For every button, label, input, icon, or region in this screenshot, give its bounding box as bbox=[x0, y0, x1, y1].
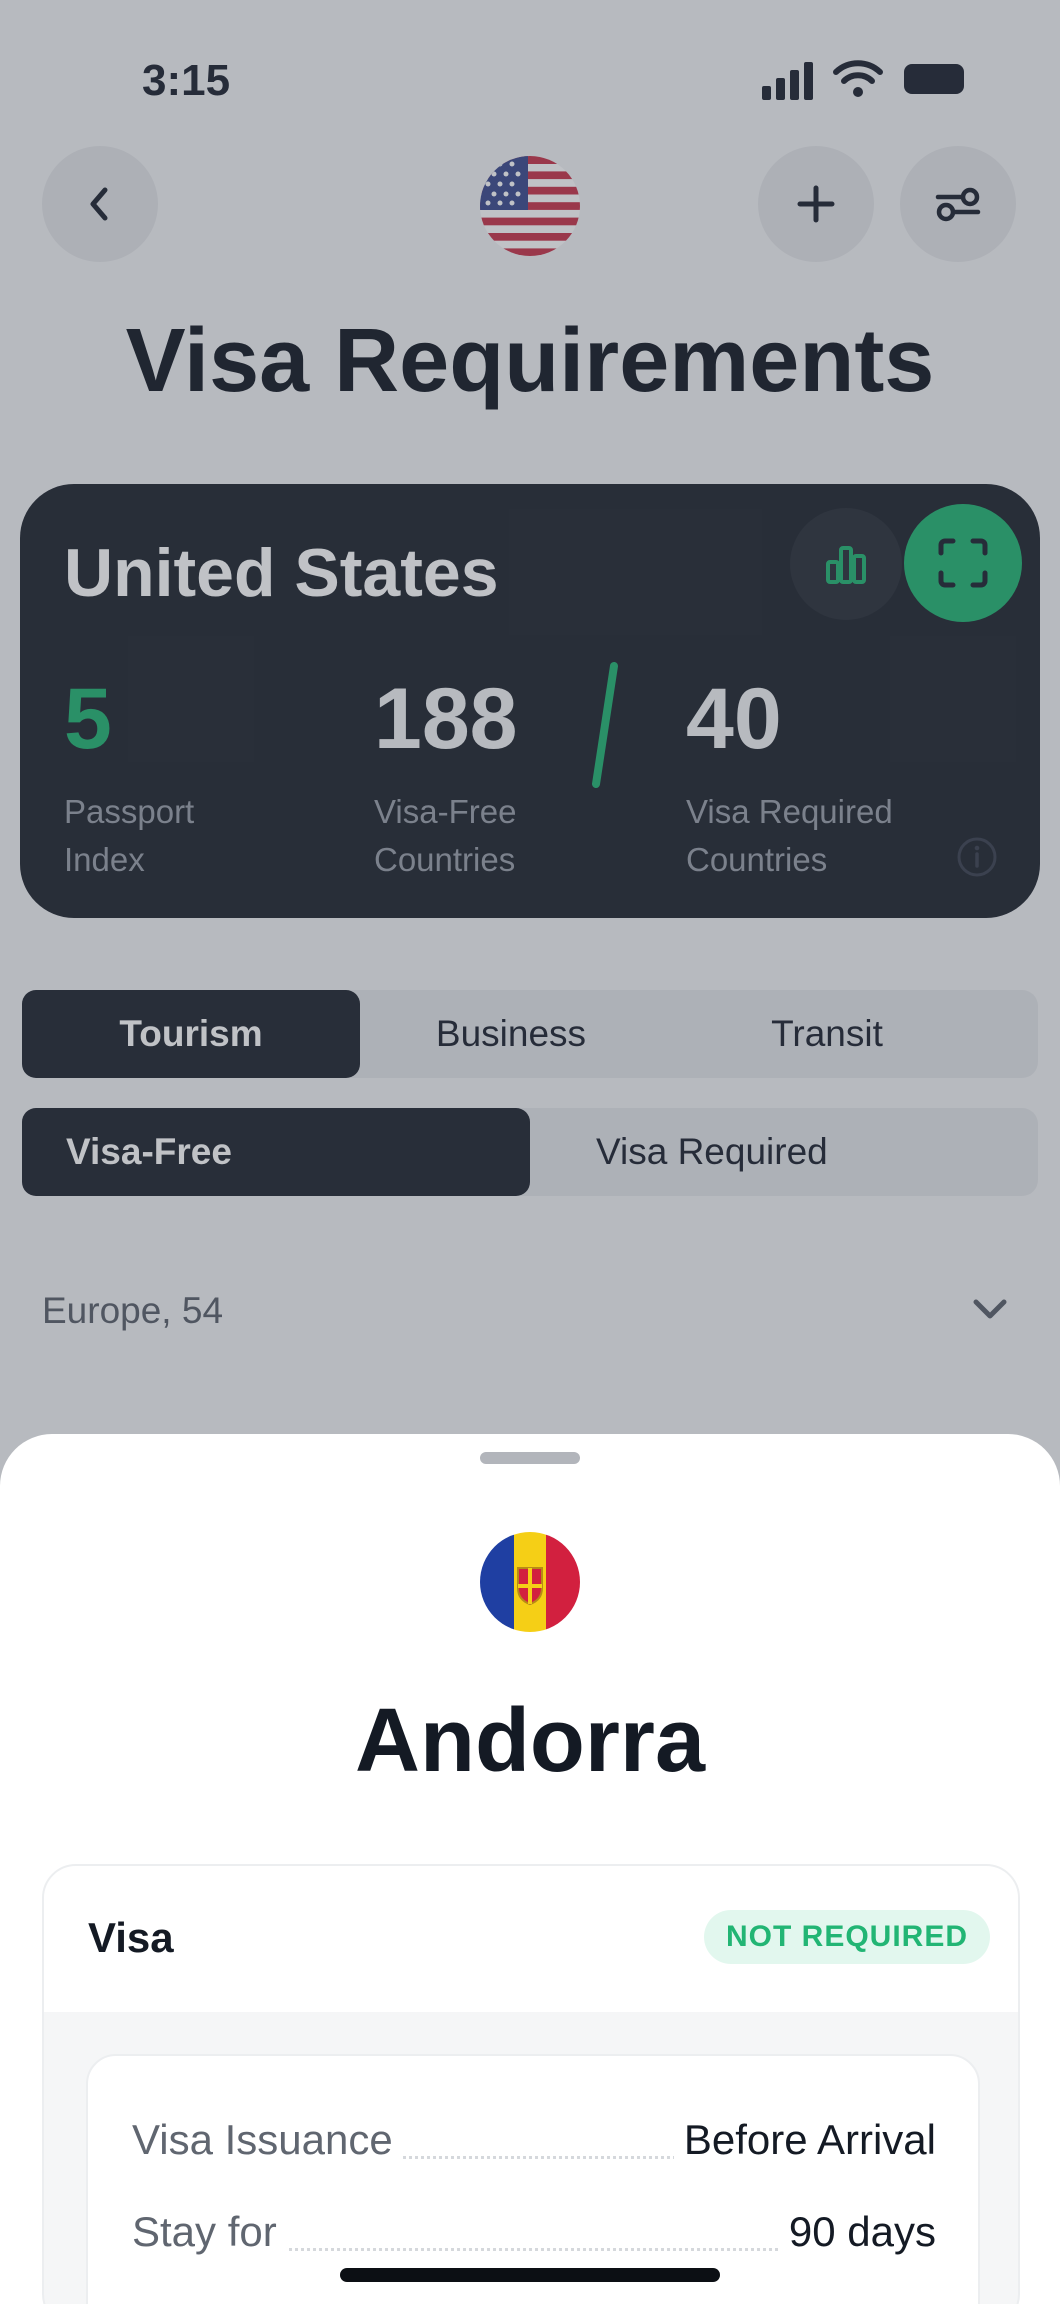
detail-key: Stay for bbox=[132, 2208, 287, 2256]
sheet-grabber[interactable] bbox=[480, 1452, 580, 1464]
visa-info-card: Visa NOT REQUIRED Visa Issuance Before A… bbox=[42, 1864, 1020, 2304]
visa-info-header: Visa NOT REQUIRED bbox=[44, 1866, 1018, 2012]
andorra-flag-icon bbox=[480, 1532, 580, 1632]
home-indicator[interactable] bbox=[340, 2268, 720, 2282]
visa-section-label: Visa bbox=[88, 1914, 174, 1961]
visa-details-panel: Visa Issuance Before Arrival Stay for 90… bbox=[86, 2054, 980, 2304]
status-badge: NOT REQUIRED bbox=[704, 1910, 991, 1964]
sheet-country-title: Andorra bbox=[354, 1691, 706, 1791]
detail-row-issuance: Visa Issuance Before Arrival bbox=[132, 2116, 936, 2176]
detail-value: 90 days bbox=[778, 2208, 936, 2256]
detail-row-stay: Stay for 90 days bbox=[132, 2208, 936, 2268]
country-detail-sheet: Andorra Visa NOT REQUIRED Visa Issuance … bbox=[0, 1434, 1060, 2304]
screen: 3:15 Visa Requirements United States 5 P… bbox=[0, 0, 1060, 2304]
detail-value: Before Arrival bbox=[673, 2116, 936, 2164]
detail-key: Visa Issuance bbox=[132, 2116, 403, 2164]
